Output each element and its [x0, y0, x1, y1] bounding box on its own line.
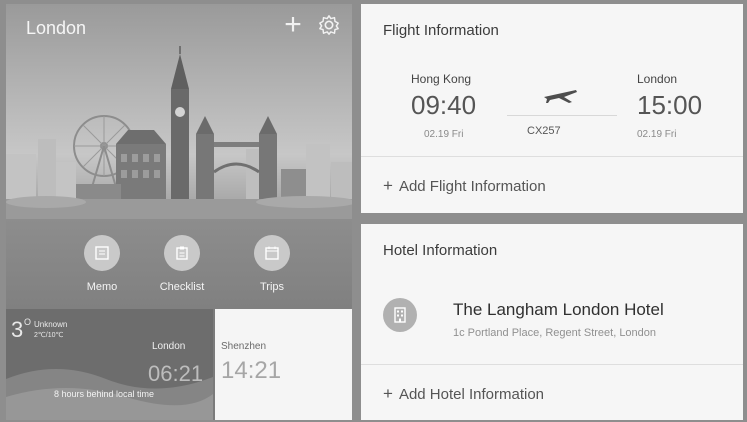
flight-card-divider	[361, 156, 743, 157]
airplane-icon	[544, 90, 577, 103]
time-difference-note: 8 hours behind local time	[54, 389, 155, 399]
hotel-card-title: Hotel Information	[383, 242, 498, 259]
arrival-date: 02.19 Fri	[637, 129, 677, 140]
weather-widget[interactable]: 3 O Unknown 2℃/10℃ London 06:21 8 hours …	[6, 309, 213, 420]
departure-date: 02.19 Fri	[424, 129, 464, 140]
add-plus-icon[interactable]: +	[278, 10, 308, 40]
add-flight-plus-icon: +	[383, 176, 393, 195]
trips-label: Trips	[259, 281, 285, 293]
add-hotel-button[interactable]: + Add Hotel Information	[383, 384, 544, 404]
add-hotel-plus-icon: +	[383, 384, 393, 403]
flight-number: CX257	[527, 125, 561, 137]
hotel-card-divider	[361, 364, 743, 365]
departure-city: Hong Kong	[411, 72, 472, 86]
weather-city: London	[152, 341, 186, 352]
london-skyline-illustration	[6, 46, 352, 219]
add-hotel-label: Add Hotel Information	[398, 386, 545, 403]
route-line	[507, 115, 617, 116]
add-flight-label: Add Flight Information	[398, 178, 546, 195]
checklist-label: Checklist	[159, 281, 205, 293]
flight-card-title: Flight Information	[383, 22, 499, 39]
world-clock-time: 14:21	[221, 357, 282, 384]
checklist-button[interactable]: Checklist	[152, 235, 212, 293]
trips-icon	[254, 235, 290, 271]
arrival-time: 15:00	[637, 90, 703, 120]
hotel-building-icon	[383, 298, 417, 332]
tools-row: Memo Checklist Trips	[6, 219, 352, 309]
weather-temperature: 3	[11, 317, 24, 342]
memo-button[interactable]: Memo	[72, 235, 132, 293]
weather-condition: Unknown	[34, 320, 68, 329]
checklist-icon	[164, 235, 200, 271]
hotel-information-card[interactable]: Hotel Information The Langham London Hot…	[361, 224, 743, 420]
hotel-name: The Langham London Hotel	[453, 300, 664, 319]
departure-time: 09:40	[411, 90, 477, 120]
arrival-city: London	[637, 72, 678, 86]
trips-button[interactable]: Trips	[242, 235, 302, 293]
weather-local-time: 06:21	[148, 361, 204, 386]
memo-label: Memo	[86, 281, 118, 293]
weather-temp-range: 2℃/10℃	[34, 332, 64, 339]
world-clock-city: Shenzhen	[221, 341, 267, 352]
hotel-address: 1c Portland Place, Regent Street, London	[453, 327, 657, 339]
memo-icon	[84, 235, 120, 271]
city-title: London	[26, 18, 87, 38]
weather-degree-symbol: O	[24, 317, 32, 327]
left-panel: London + Memo Checklist Trips 3 O Unknow…	[6, 4, 352, 420]
gear-icon[interactable]	[318, 14, 340, 36]
flight-information-card[interactable]: Flight Information Hong Kong 09:40 02.19…	[361, 4, 743, 213]
world-clock-card[interactable]: Shenzhen 14:21	[215, 309, 352, 420]
city-hero: London +	[6, 4, 352, 219]
add-flight-button[interactable]: + Add Flight Information	[383, 176, 546, 196]
